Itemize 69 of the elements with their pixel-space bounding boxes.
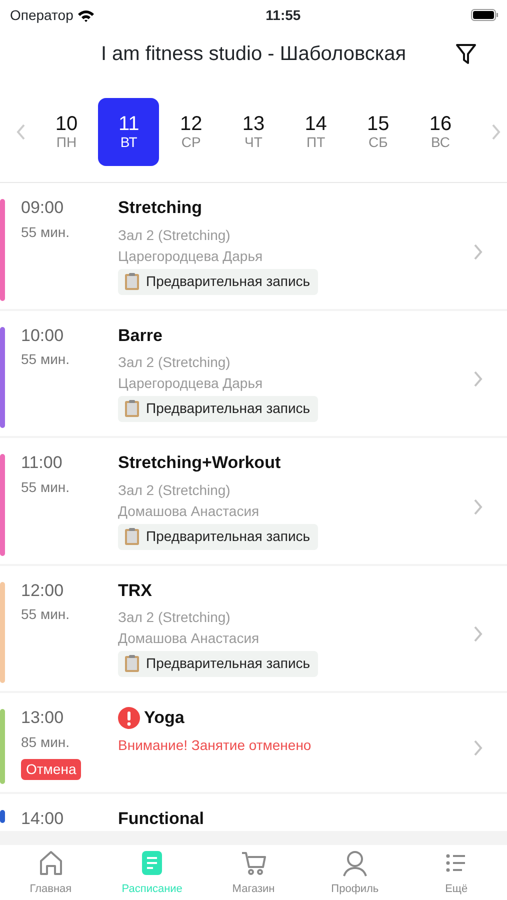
clipboard-icon	[124, 272, 140, 290]
day-tab[interactable]: 15 СБ	[348, 98, 409, 166]
screen-title: I am fitness studio - Шаболовская	[100, 42, 406, 67]
class-time: 10:00	[21, 324, 65, 346]
class-room: Зал 2 (Stretching)	[118, 353, 232, 372]
class-duration: 55 мин.	[21, 478, 71, 496]
class-duration: 55 мин.	[21, 222, 71, 242]
class-title: Barre	[118, 324, 164, 346]
cart-icon	[240, 849, 268, 877]
filter-button[interactable]	[455, 42, 477, 66]
day-tab[interactable]: 11 ВТ	[98, 98, 160, 166]
clipboard-icon	[124, 526, 140, 546]
tab-bar-item[interactable]: Главная	[0, 845, 102, 900]
class-trainer: Царегородцева Дарья	[118, 374, 264, 393]
class-time: 14:00	[21, 808, 65, 830]
class-row[interactable]: 14:00 Functional	[0, 794, 507, 831]
alert-icon	[118, 706, 140, 729]
class-trainer: Домашова Анастасия	[118, 629, 260, 648]
day-tab[interactable]: 13 ЧТ	[222, 98, 284, 166]
class-time: 09:00	[21, 197, 65, 219]
class-title: Yoga	[144, 707, 184, 729]
day-tab[interactable]: 12 СР	[160, 98, 222, 166]
class-time: 11:00	[21, 452, 64, 474]
class-room: Зал 2 (Stretching)	[118, 480, 232, 500]
chevron-right-icon	[491, 122, 501, 141]
clipboard-icon	[124, 399, 140, 418]
status-time: 11:55	[264, 6, 302, 24]
class-room: Зал 2 (Stretching)	[118, 608, 232, 627]
tab-bar-item[interactable]: Магазин	[202, 845, 304, 900]
chevron-right-icon	[473, 370, 483, 388]
class-trainer: Царегородцева Дарья	[118, 246, 264, 266]
class-title: Functional	[118, 808, 205, 830]
class-row[interactable]: 09:00 55 мин. Stretching Зал 2 (Stretching) Царегородцева Дарья Предварительная запись	[0, 183, 507, 308]
class-row[interactable]: 11:00 55 мин. Stretching+Workout Зал 2 (Stretching) Домашова Анастасия Предварительная запись	[0, 438, 507, 564]
booking-label: Предварительная запись	[146, 272, 310, 291]
day-tab[interactable]: 16 ВС	[410, 98, 471, 166]
booking-label: Предварительная запись	[146, 654, 310, 673]
cancelled-badge: Отмена	[21, 758, 82, 780]
class-duration: 55 мин.	[21, 605, 71, 624]
booking-label: Предварительная запись	[146, 526, 310, 546]
class-room: Зал 2 (Stretching)	[118, 226, 232, 245]
tab-bar-item[interactable]: Ещё	[406, 845, 507, 900]
class-time: 12:00	[21, 580, 65, 602]
class-title: TRX	[118, 580, 153, 602]
class-row[interactable]: 12:00 55 мин. TRX Зал 2 (Stretching) Домашова Анастасия Предварительная запись	[0, 566, 507, 691]
class-duration: 55 мин.	[21, 350, 71, 369]
day-tab[interactable]: 14 ПТ	[285, 98, 346, 166]
chevron-right-icon	[473, 498, 483, 516]
booking-label: Предварительная запись	[146, 399, 310, 418]
class-title: Stretching	[118, 197, 204, 219]
chevron-right-icon	[473, 242, 483, 261]
carrier-name: Оператор	[10, 6, 74, 25]
cancel-warning: Внимание! Занятие отменено	[118, 736, 312, 754]
class-row[interactable]: 10:00 55 мин. Barre Зал 2 (Stretching) Царегородцева Дарья Предварительная запись	[0, 310, 507, 436]
chevron-right-icon	[473, 625, 483, 644]
wifi-icon	[77, 8, 96, 22]
day-tab[interactable]: 10 ПН	[36, 98, 97, 166]
class-time: 13:00	[21, 707, 65, 729]
class-row[interactable]: 13:00 85 мин. Отмена Yoga Внимание! Занятие отменено	[0, 693, 507, 792]
chevron-right-icon	[473, 739, 483, 758]
person-icon	[340, 849, 369, 877]
class-title: Stretching+Workout	[118, 452, 282, 474]
clipboard-icon	[124, 654, 140, 673]
chevron-left-icon	[16, 122, 26, 141]
tab-bar-item[interactable]: Профиль	[304, 845, 406, 900]
class-duration: 85 мин.	[21, 732, 71, 752]
class-trainer: Домашова Анастасия	[118, 502, 260, 521]
battery-icon	[471, 9, 499, 21]
filter-icon	[455, 42, 477, 65]
